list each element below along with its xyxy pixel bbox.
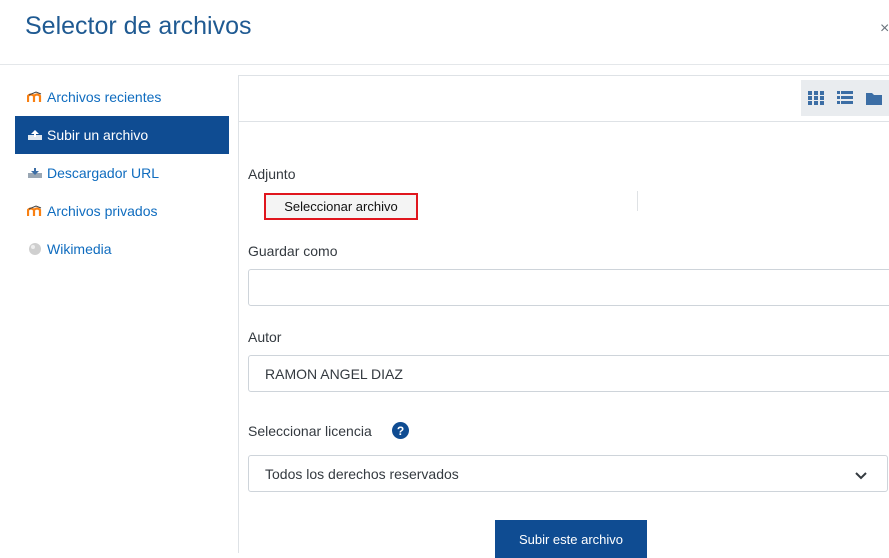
file-input-divider bbox=[637, 191, 638, 211]
select-file-button[interactable]: Seleccionar archivo bbox=[264, 193, 418, 220]
license-select[interactable]: Todos los derechos reservados bbox=[248, 455, 888, 492]
header-divider bbox=[0, 64, 889, 65]
save-as-input[interactable] bbox=[248, 269, 889, 306]
sidebar-item-label: Wikimedia bbox=[47, 241, 112, 257]
moodle-icon bbox=[27, 204, 43, 218]
help-icon[interactable]: ? bbox=[392, 422, 409, 439]
sidebar-item-url-downloader[interactable]: Descargador URL bbox=[15, 154, 229, 192]
wikimedia-icon bbox=[27, 242, 43, 256]
moodle-icon bbox=[27, 90, 43, 104]
attachment-label: Adjunto bbox=[248, 166, 296, 182]
upload-icon bbox=[27, 128, 43, 142]
save-as-label: Guardar como bbox=[248, 243, 338, 259]
author-label: Autor bbox=[248, 329, 282, 345]
download-url-icon bbox=[27, 166, 43, 180]
sidebar-item-label: Subir un archivo bbox=[47, 127, 149, 143]
repository-sidebar: Archivos recientes Subir un archivo Desc… bbox=[15, 78, 229, 268]
sidebar-item-wikimedia[interactable]: Wikimedia bbox=[15, 230, 229, 268]
dialog-title: Selector de archivos bbox=[25, 12, 252, 40]
sidebar-item-private-files[interactable]: Archivos privados bbox=[15, 192, 229, 230]
sidebar-item-recent-files[interactable]: Archivos recientes bbox=[15, 78, 229, 116]
file-picker-toolbar bbox=[239, 75, 889, 122]
sidebar-item-label: Archivos privados bbox=[47, 203, 158, 219]
close-icon[interactable]: × bbox=[880, 20, 889, 38]
license-label: Seleccionar licencia bbox=[248, 423, 372, 439]
sidebar-item-upload-file[interactable]: Subir un archivo bbox=[15, 116, 229, 154]
list-view-icon[interactable] bbox=[834, 87, 856, 109]
grid-view-icon[interactable] bbox=[805, 87, 827, 109]
sidebar-item-label: Archivos recientes bbox=[47, 89, 162, 105]
upload-submit-button[interactable]: Subir este archivo bbox=[495, 520, 647, 558]
content-left-border bbox=[238, 75, 239, 553]
author-input[interactable]: RAMON ANGEL DIAZ bbox=[248, 355, 889, 392]
folder-view-icon[interactable] bbox=[863, 87, 885, 109]
sidebar-item-label: Descargador URL bbox=[47, 165, 160, 181]
svg-text:?: ? bbox=[397, 424, 404, 438]
view-switcher bbox=[801, 80, 889, 116]
chevron-down-icon bbox=[855, 468, 867, 484]
license-selected-value: Todos los derechos reservados bbox=[265, 465, 459, 482]
